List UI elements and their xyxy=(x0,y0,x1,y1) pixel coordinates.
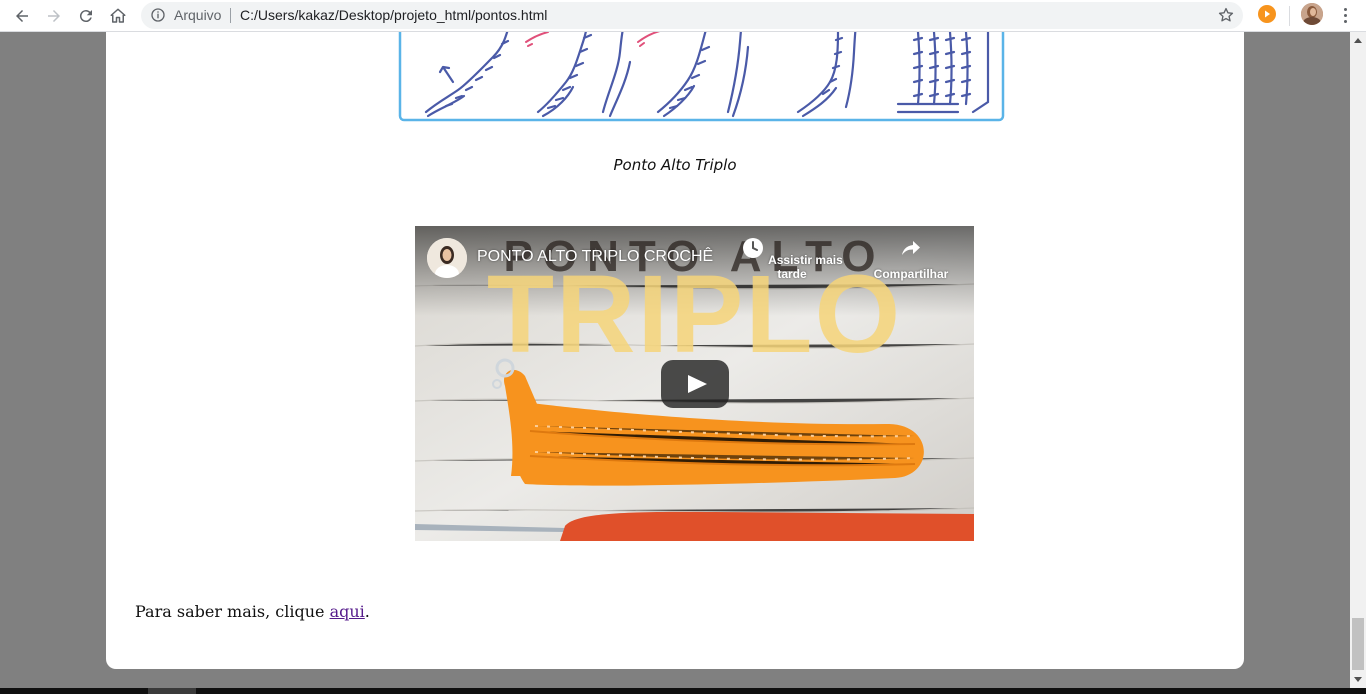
watch-later-button[interactable]: Assistir mais tarde xyxy=(733,236,851,281)
vertical-scrollbar[interactable] xyxy=(1350,32,1366,688)
more-info-paragraph: Para saber mais, clique aqui. xyxy=(135,602,370,621)
share-button[interactable]: Compartilhar xyxy=(865,236,957,281)
channel-avatar[interactable] xyxy=(427,238,467,278)
youtube-video-embed[interactable]: PONTO ALTO TRIPLO PONTO ALTO TRIPLO CROC… xyxy=(415,226,974,541)
video-title[interactable]: PONTO ALTO TRIPLO CROCHÊ xyxy=(477,248,713,266)
reload-button[interactable] xyxy=(72,2,100,30)
os-taskbar xyxy=(0,688,1366,694)
share-label: Compartilhar xyxy=(873,267,949,281)
share-arrow-icon xyxy=(902,241,920,255)
omnibox-separator xyxy=(230,8,231,23)
more-info-text: Para saber mais, clique xyxy=(135,602,330,621)
scroll-up-arrow-icon[interactable] xyxy=(1354,38,1362,43)
watch-later-label: Assistir mais tarde xyxy=(768,253,843,281)
reload-icon xyxy=(79,10,92,23)
image-caption: Ponto Alto Triplo xyxy=(613,156,737,174)
scroll-down-arrow-icon[interactable] xyxy=(1354,677,1362,682)
home-icon xyxy=(110,8,126,23)
forward-button[interactable] xyxy=(40,2,68,30)
forward-arrow-icon xyxy=(48,10,60,22)
home-button[interactable] xyxy=(104,2,132,30)
browser-menu-icon[interactable] xyxy=(1335,3,1355,27)
browser-toolbar: Arquivo C:/Users/kakaz/Desktop/projeto_h… xyxy=(0,0,1366,32)
play-button-icon[interactable] xyxy=(661,360,729,408)
security-chip-label[interactable]: Arquivo xyxy=(174,7,221,24)
toolbar-divider xyxy=(1289,6,1290,26)
back-button[interactable] xyxy=(8,2,36,30)
info-icon[interactable] xyxy=(150,7,166,23)
back-arrow-icon xyxy=(16,10,28,22)
clock-icon xyxy=(743,238,764,258)
content-card: Ponto Alto Triplo PONTO ALTO TRIPLO PONT… xyxy=(106,32,1244,669)
profile-avatar[interactable] xyxy=(1301,3,1323,25)
stitch-diagram-image xyxy=(398,32,1005,122)
address-bar[interactable]: Arquivo C:/Users/kakaz/Desktop/projeto_h… xyxy=(141,2,1243,29)
taskbar-active-app[interactable] xyxy=(148,688,196,694)
more-info-link[interactable]: aqui xyxy=(330,602,365,621)
url-text[interactable]: C:/Users/kakaz/Desktop/projeto_html/pont… xyxy=(240,7,547,24)
extension-play-icon[interactable] xyxy=(1258,5,1276,23)
page-viewport: Ponto Alto Triplo PONTO ALTO TRIPLO PONT… xyxy=(0,32,1350,688)
bookmark-star-icon[interactable] xyxy=(1217,6,1235,24)
scrollbar-thumb[interactable] xyxy=(1352,618,1364,670)
more-info-period: . xyxy=(364,602,370,621)
